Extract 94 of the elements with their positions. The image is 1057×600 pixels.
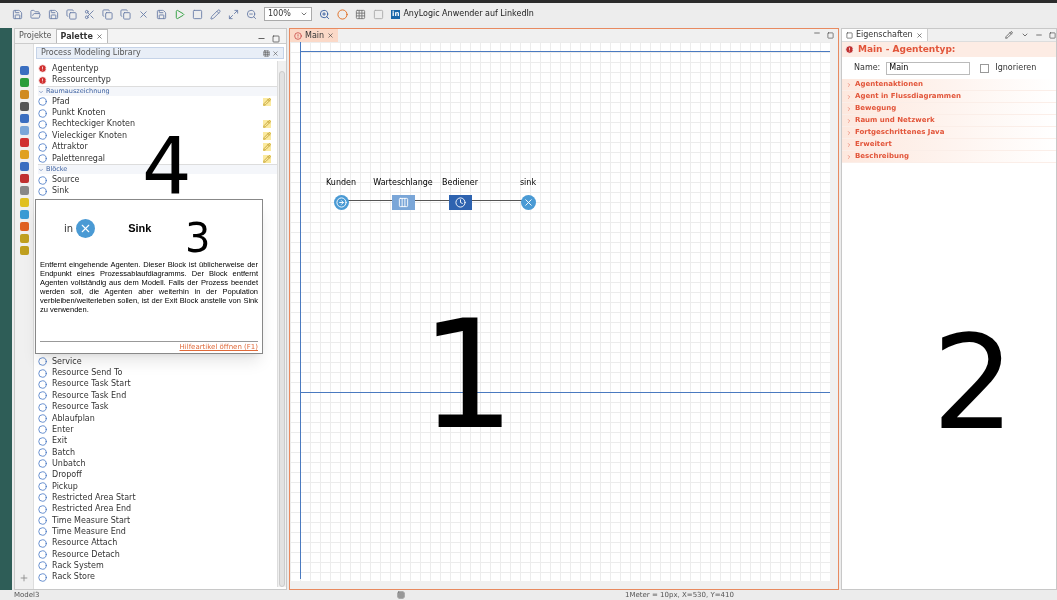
agent-type-icon	[38, 75, 47, 85]
toolbar-icon[interactable]	[337, 8, 348, 20]
palette-item[interactable]: Unbatch	[38, 458, 277, 470]
palette-item[interactable]: Agententyp	[38, 63, 277, 75]
zoom-field[interactable]: 100%	[264, 7, 312, 21]
toolbar-icon[interactable]	[192, 8, 203, 20]
palette-item[interactable]: Ablaufplan	[38, 412, 277, 425]
toolbar-icon[interactable]	[210, 8, 221, 20]
palette-item[interactable]: Rack Store	[38, 571, 277, 583]
port-label: in	[64, 221, 74, 236]
palette-item[interactable]: Ressourcentyp	[38, 74, 277, 86]
scrollbar[interactable]	[277, 61, 286, 587]
toolbar-icon[interactable]	[373, 8, 384, 20]
toolbar-icon[interactable]	[48, 8, 59, 20]
pencil-icon[interactable]	[263, 131, 271, 140]
expand-icon[interactable]	[38, 166, 44, 173]
block-label: sink	[519, 178, 537, 188]
palette-item[interactable]: Exit	[38, 435, 277, 447]
pencil-icon[interactable]	[263, 97, 271, 106]
toolbar-icon[interactable]	[120, 8, 131, 20]
palette-item[interactable]: Resource Task End	[38, 390, 277, 402]
palette-item[interactable]: Restricted Area End	[38, 503, 277, 515]
toolbar-icon[interactable]	[138, 8, 149, 20]
grid-icon[interactable]	[355, 8, 366, 20]
toolbar-icon[interactable]	[228, 8, 239, 20]
grid-icon[interactable]	[263, 49, 270, 57]
pencil-icon[interactable]	[263, 143, 271, 152]
toolbar-icon[interactable]	[397, 591, 405, 599]
panel-tab[interactable]: Projekte	[15, 29, 56, 43]
palette-header: Process Modeling Library	[36, 47, 284, 59]
agent-type-icon	[38, 64, 47, 74]
toolbar-icon[interactable]	[66, 8, 77, 20]
maximize-icon[interactable]	[1049, 31, 1056, 39]
panel-tab[interactable]: Eigenschaften	[842, 29, 928, 41]
palette-item[interactable]: Dropoff	[38, 469, 277, 481]
toolbar-icon[interactable]	[102, 8, 113, 20]
palette-item[interactable]: Punkt Knoten	[38, 107, 277, 119]
maximize-icon[interactable]	[827, 32, 834, 39]
zoom-in-icon[interactable]	[319, 8, 330, 20]
name-label: Name:	[854, 62, 881, 74]
dropdown-icon[interactable]	[1021, 31, 1029, 39]
add-icon[interactable]	[19, 573, 29, 583]
linkedin-link[interactable]: AnyLogic Anwender auf LinkedIn	[403, 8, 534, 20]
name-field[interactable]: Main	[886, 61, 971, 75]
block-label: Bediener	[442, 178, 478, 188]
palette-item[interactable]: Batch	[38, 446, 277, 459]
toolbar-icon[interactable]	[12, 8, 23, 20]
toolbar-icon[interactable]	[30, 8, 41, 20]
annotation-number: 2	[932, 318, 1015, 448]
dropdown-icon[interactable]	[300, 10, 308, 18]
palette-item[interactable]: Resource Detach	[38, 548, 277, 561]
palette-item[interactable]: Service	[38, 356, 277, 368]
panel-tab[interactable]: Palette	[55, 29, 108, 43]
pencil-icon[interactable]	[263, 120, 271, 129]
palette-item[interactable]: Time Measure Start	[38, 514, 277, 527]
toolbar-icon[interactable]	[246, 8, 257, 20]
close-icon[interactable]	[272, 49, 279, 57]
sink-block-icon[interactable]	[520, 195, 536, 210]
close-icon[interactable]	[95, 33, 103, 40]
delay-block-icon[interactable]	[448, 195, 472, 210]
popup-title: Sink	[128, 220, 152, 236]
palette-item[interactable]: Rack System	[38, 560, 277, 572]
sink-block-icon	[76, 218, 96, 238]
ignore-label: Ignorieren	[995, 62, 1037, 74]
palette-item[interactable]: Resource Task	[38, 401, 277, 413]
palette-item[interactable]: Rechteckiger Knoten	[38, 118, 277, 131]
toolbar-icon[interactable]	[174, 8, 185, 20]
palette-item[interactable]: Resource Attach	[38, 537, 277, 549]
panel-icon	[846, 31, 853, 39]
block-label: Warteschlange	[373, 178, 433, 188]
agent-type-icon	[294, 31, 302, 40]
close-icon[interactable]	[327, 32, 335, 39]
palette-item[interactable]: Restricted Area Start	[38, 492, 277, 504]
maximize-icon[interactable]	[272, 35, 280, 43]
queue-block-icon[interactable]	[391, 195, 415, 210]
close-icon[interactable]	[915, 31, 923, 39]
editor-tab[interactable]: Main	[290, 29, 339, 42]
toolbar-icon[interactable]	[1005, 31, 1013, 39]
toolbar-icon[interactable]	[156, 8, 167, 20]
block-label: Kunden	[325, 178, 357, 188]
agent-type-icon	[845, 45, 854, 54]
palette-item[interactable]: Time Measure End	[38, 526, 277, 538]
source-block-icon[interactable]	[333, 195, 349, 210]
toolbar-icon[interactable]	[84, 8, 95, 20]
palette-item[interactable]: Pickup	[38, 480, 277, 493]
palette-item[interactable]: Resource Task Start	[38, 378, 277, 391]
expand-icon[interactable]	[38, 88, 44, 95]
annotation-number: 3	[185, 222, 211, 254]
palette-item[interactable]: Enter	[38, 424, 277, 436]
pencil-icon[interactable]	[263, 154, 271, 163]
ignore-checkbox[interactable]	[980, 63, 990, 73]
palette-item[interactable]: Pfad	[38, 96, 277, 108]
palette-item[interactable]: Resource Send To	[38, 367, 277, 379]
properties-heading: Main - Agententyp:	[842, 42, 1056, 57]
